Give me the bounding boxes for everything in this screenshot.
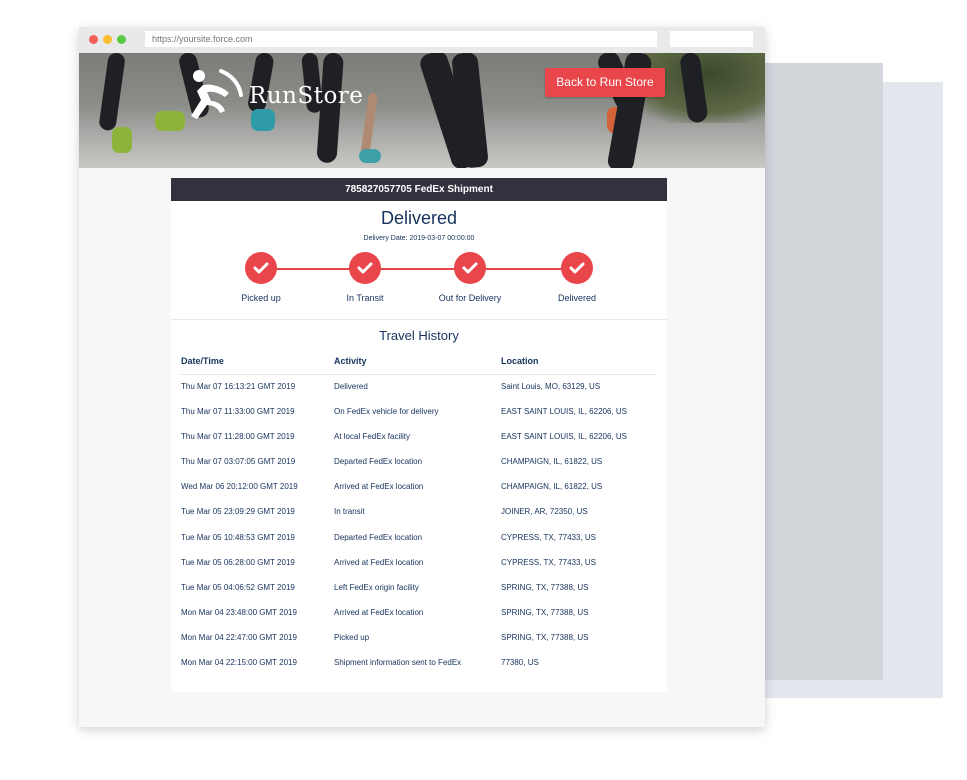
cell-activity: Picked up (334, 632, 370, 642)
browser-window: https://yoursite.force.com RunStore Back… (79, 27, 765, 727)
table-row: Wed Mar 06 20:12:00 GMT 2019 Arrived at F… (181, 475, 657, 500)
table-row: Tue Mar 05 04:06:52 GMT 2019 Left FedEx o… (181, 576, 657, 601)
step-in-transit: In Transit (315, 252, 415, 303)
cell-location: JOINER, AR, 72350, US (501, 507, 588, 517)
cell-activity: At local FedEx facility (334, 432, 411, 442)
table-row: Mon Mar 04 23:48:00 GMT 2019 Arrived at F… (181, 601, 657, 626)
column-header-location: Location (501, 356, 539, 366)
cell-location: SPRING, TX, 77388, US (501, 632, 589, 642)
runstore-logo: RunStore (185, 67, 375, 127)
maximize-window-button[interactable] (117, 35, 126, 44)
cell-location: EAST SAINT LOUIS, IL, 62206, US (501, 432, 627, 442)
close-window-button[interactable] (89, 35, 98, 44)
runner-shoe (155, 111, 185, 131)
runner-shoe (359, 149, 381, 163)
step-label: In Transit (346, 293, 384, 303)
hero-banner: RunStore Back to Run Store (79, 53, 765, 168)
table-row: Thu Mar 07 16:13:21 GMT 2019 Delivered Sai… (181, 375, 657, 400)
step-out-for-delivery: Out for Delivery (420, 252, 520, 303)
cell-datetime: Wed Mar 06 20:12:00 GMT 2019 (181, 482, 298, 492)
cell-location: CYPRESS, TX, 77433, US (501, 557, 597, 567)
cell-datetime: Tue Mar 05 23:09:29 GMT 2019 (181, 507, 295, 517)
check-icon (245, 252, 277, 284)
shipment-card: 785827057705 FedEx Shipment Delivered De… (171, 178, 667, 692)
table-row: Tue Mar 05 06:28:00 GMT 2019 Arrived at F… (181, 551, 657, 576)
minimize-window-button[interactable] (103, 35, 112, 44)
table-row: Thu Mar 07 11:33:00 GMT 2019 On FedEx veh… (181, 400, 657, 425)
table-row: Mon Mar 04 22:47:00 GMT 2019 Picked up SPR… (181, 626, 657, 651)
background-card (760, 63, 883, 680)
travel-history-title: Travel History (379, 328, 459, 343)
cell-activity: Arrived at FedEx location (334, 557, 424, 567)
browser-search-field[interactable] (670, 31, 753, 47)
table-body: Thu Mar 07 16:13:21 GMT 2019 Delivered Sai… (181, 375, 657, 676)
step-picked-up: Picked up (211, 252, 311, 303)
cell-activity: Arrived at FedEx location (334, 482, 424, 492)
cell-datetime: Thu Mar 07 11:28:00 GMT 2019 (181, 432, 295, 442)
cell-activity: In transit (334, 507, 365, 517)
column-header-activity: Activity (334, 356, 367, 366)
cell-datetime: Tue Mar 05 06:28:00 GMT 2019 (181, 557, 295, 567)
table-row: Tue Mar 05 23:09:29 GMT 2019 In transit JO… (181, 500, 657, 525)
runner-logo-icon (191, 69, 243, 119)
cell-activity: Departed FedEx location (334, 457, 423, 467)
cell-activity: On FedEx vehicle for delivery (334, 407, 439, 417)
cell-datetime: Thu Mar 07 03:07:05 GMT 2019 (181, 457, 296, 467)
shipment-header: 785827057705 FedEx Shipment (171, 178, 667, 201)
column-header-datetime: Date/Time (181, 356, 224, 366)
cell-location: CHAMPAIGN, IL, 61822, US (501, 457, 603, 467)
cell-datetime: Thu Mar 07 11:33:00 GMT 2019 (181, 407, 295, 417)
cell-activity: Shipment information sent to FedEx (334, 658, 462, 668)
travel-history-table: Date/Time Activity Location Thu Mar 07 1… (181, 352, 657, 676)
shipment-status: Delivered (380, 208, 458, 228)
cell-datetime: Mon Mar 04 22:15:00 GMT 2019 (181, 658, 297, 668)
check-icon (454, 252, 486, 284)
cell-datetime: Mon Mar 04 22:47:00 GMT 2019 (181, 632, 297, 642)
table-row: Thu Mar 07 03:07:05 GMT 2019 Departed Fed… (181, 450, 657, 475)
browser-toolbar: https://yoursite.force.com (79, 27, 765, 53)
cell-location: 77380, US (501, 658, 539, 668)
check-icon (561, 252, 593, 284)
delivery-date: Delivery Date: 2019-03-07 00:00:00 (363, 235, 475, 242)
table-row: Thu Mar 07 11:28:00 GMT 2019 At local Fed… (181, 425, 657, 450)
cell-datetime: Tue Mar 05 04:06:52 GMT 2019 (181, 582, 295, 592)
runner-shoe (112, 127, 132, 153)
check-icon (349, 252, 381, 284)
back-to-store-button[interactable]: Back to Run Store (545, 68, 665, 97)
divider (171, 319, 667, 320)
runner-leg (98, 53, 126, 132)
cell-location: SPRING, TX, 77388, US (501, 607, 589, 617)
table-row: Mon Mar 04 22:15:00 GMT 2019 Shipment inf… (181, 651, 657, 676)
table-row: Tue Mar 05 10:48:53 GMT 2019 Departed Fed… (181, 526, 657, 551)
step-label: Out for Delivery (438, 293, 502, 303)
step-label: Delivered (557, 293, 597, 303)
cell-datetime: Tue Mar 05 10:48:53 GMT 2019 (181, 532, 295, 542)
cell-activity: Departed FedEx location (334, 532, 423, 542)
cell-activity: Arrived at FedEx location (334, 607, 424, 617)
cell-datetime: Mon Mar 04 23:48:00 GMT 2019 (181, 607, 297, 617)
step-label: Picked up (241, 293, 281, 303)
step-delivered: Delivered (527, 252, 627, 303)
cell-location: SPRING, TX, 77388, US (501, 582, 589, 592)
cell-activity: Left FedEx origin facility (334, 582, 419, 592)
logo-text: RunStore (249, 83, 364, 109)
cell-datetime: Thu Mar 07 16:13:21 GMT 2019 (181, 382, 296, 391)
cell-location: EAST SAINT LOUIS, IL, 62206, US (501, 407, 627, 417)
cell-location: CYPRESS, TX, 77433, US (501, 532, 597, 542)
cell-activity: Delivered (334, 382, 368, 391)
cell-location: CHAMPAIGN, IL, 61822, US (501, 482, 603, 492)
cell-location: Saint Louis, MO, 63129, US (501, 382, 601, 391)
table-header: Date/Time Activity Location (181, 352, 657, 375)
address-bar[interactable]: https://yoursite.force.com (145, 31, 657, 47)
